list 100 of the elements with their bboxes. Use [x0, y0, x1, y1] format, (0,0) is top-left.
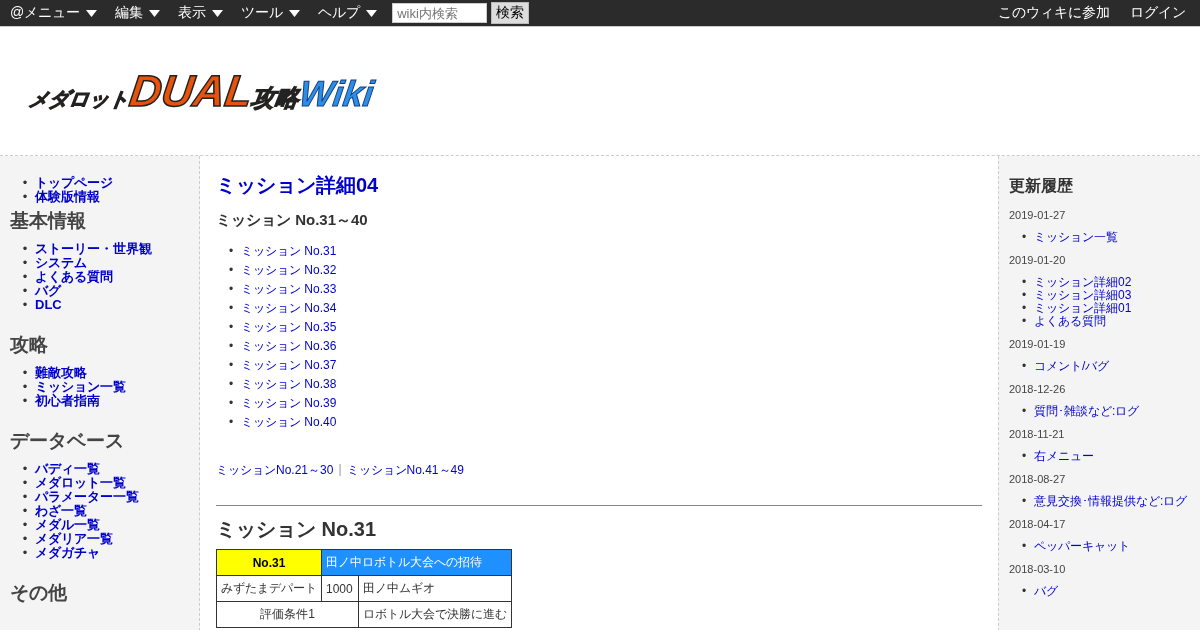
- site-logo[interactable]: メダロットDUAL攻略Wiki: [19, 62, 384, 120]
- bullet: •: [227, 243, 235, 260]
- previous-page-link[interactable]: ミッションNo.21～30: [216, 462, 334, 479]
- menu-heading: その他: [10, 581, 68, 605]
- mission-link[interactable]: ミッション No.37: [241, 358, 337, 372]
- date-label: 2018-11-21: [1009, 428, 1066, 440]
- bullet: •: [227, 300, 235, 317]
- table-cell: みずたまデパート: [217, 576, 322, 602]
- separator: |: [338, 462, 342, 478]
- bullet: •: [21, 504, 29, 518]
- mission-link[interactable]: ミッション No.36: [241, 339, 337, 353]
- updated-page-link[interactable]: ミッション詳細01: [1034, 301, 1132, 315]
- mission-title-cell: 田ノ中ロボトル大会への招待: [322, 550, 512, 576]
- table-cell: 評価条件1: [217, 602, 359, 628]
- page-title[interactable]: ミッション詳細04: [216, 172, 982, 199]
- bullet: •: [1020, 585, 1028, 598]
- bullet: •: [227, 281, 235, 298]
- sidebar-link[interactable]: ストーリー・世界観: [35, 241, 152, 256]
- bullet: •: [227, 414, 235, 431]
- caret-icon: [86, 9, 98, 17]
- mission-link[interactable]: ミッション No.32: [241, 263, 337, 277]
- sidebar-link[interactable]: 体験版情報: [35, 189, 100, 204]
- search-field[interactable]: wiki内検索: [392, 3, 488, 23]
- sidebar-link[interactable]: DLC: [35, 297, 62, 312]
- menu-dropdown[interactable]: ヘルプ: [318, 4, 378, 22]
- bullet: •: [21, 462, 29, 476]
- table-cell: 田ノ中ムギオ: [359, 576, 512, 602]
- bullet: •: [1020, 450, 1028, 463]
- updated-page-link[interactable]: コメント/バグ: [1034, 359, 1110, 373]
- sidebar-link[interactable]: システム: [35, 255, 87, 270]
- mission-link[interactable]: ミッション No.40: [241, 415, 337, 429]
- bullet: •: [1020, 276, 1028, 289]
- section-heading: ミッション No.31: [216, 517, 378, 542]
- bullet: •: [227, 338, 235, 355]
- date-label: 2018-12-26: [1009, 383, 1067, 395]
- bullet: •: [1020, 540, 1028, 553]
- updated-page-link[interactable]: 右メニュー: [1034, 449, 1094, 463]
- menu-dropdown[interactable]: 編集: [115, 4, 161, 22]
- mission-link[interactable]: ミッション No.34: [241, 301, 337, 315]
- bullet: •: [227, 262, 235, 279]
- sidebar-link[interactable]: よくある質問: [35, 269, 113, 284]
- bullet: •: [21, 176, 29, 190]
- sidebar-link[interactable]: トップページ: [35, 175, 113, 190]
- sidebar-link[interactable]: ミッション一覧: [35, 379, 126, 394]
- mission-link[interactable]: ミッション No.35: [241, 320, 337, 334]
- updated-page-link[interactable]: よくある質問: [1034, 314, 1106, 328]
- mission-link[interactable]: ミッション No.38: [241, 377, 337, 391]
- sidebar-link[interactable]: メダル一覧: [35, 517, 100, 532]
- bullet: •: [21, 532, 29, 546]
- caret-icon: [212, 9, 224, 17]
- bullet: •: [21, 298, 29, 312]
- bullet: •: [227, 395, 235, 412]
- sidebar-link[interactable]: メダロット一覧: [35, 475, 126, 490]
- bullet: •: [21, 476, 29, 490]
- header-link[interactable]: このウィキに参加: [998, 4, 1110, 22]
- updated-page-link[interactable]: ミッション詳細02: [1034, 275, 1132, 289]
- mission-number-cell: No.31: [217, 550, 322, 576]
- menu-heading: 基本情報: [10, 209, 87, 233]
- menu-dropdown[interactable]: @メニュー: [10, 4, 98, 22]
- updated-page-link[interactable]: ミッション詳細03: [1034, 288, 1132, 302]
- bullet: •: [227, 319, 235, 336]
- caret-icon: [366, 9, 378, 17]
- bullet: •: [227, 357, 235, 374]
- bullet: •: [21, 190, 29, 204]
- sidebar-link[interactable]: バグ: [35, 283, 61, 298]
- sidebar-link[interactable]: メダリア一覧: [35, 531, 113, 546]
- menu-dropdown[interactable]: 表示: [178, 4, 224, 22]
- sidebar-link[interactable]: 初心者指南: [35, 393, 100, 408]
- bullet: •: [1020, 360, 1028, 373]
- menu-heading: 攻略: [10, 333, 49, 357]
- sidebar-link[interactable]: 難敵攻略: [35, 365, 87, 380]
- bullet: •: [1020, 315, 1028, 328]
- sidebar-link[interactable]: メダガチャ: [35, 545, 100, 560]
- bullet: •: [1020, 231, 1028, 244]
- sidebar-heading: 更新履歴: [1009, 176, 1074, 196]
- caret-icon: [289, 9, 301, 17]
- updated-page-link[interactable]: ペッパーキャット: [1034, 539, 1130, 553]
- search-button[interactable]: 検索: [491, 2, 530, 24]
- mission-link[interactable]: ミッション No.39: [241, 396, 337, 410]
- date-label: 2019-01-27: [1009, 209, 1067, 221]
- caret-icon: [149, 9, 161, 17]
- table-cell: ロボトル大会で決勝に進む: [359, 602, 512, 628]
- sidebar-link[interactable]: バディ一覧: [35, 461, 100, 476]
- updated-page-link[interactable]: ミッション一覧: [1034, 230, 1118, 244]
- next-page-link[interactable]: ミッションNo.41～49: [346, 462, 464, 479]
- sidebar-link[interactable]: わざ一覧: [35, 503, 87, 518]
- menu-dropdown[interactable]: ツール: [241, 4, 301, 22]
- sidebar-link[interactable]: パラメーター一覧: [35, 489, 139, 504]
- date-label: 2018-04-17: [1009, 518, 1067, 530]
- mission-link[interactable]: ミッション No.33: [241, 282, 337, 296]
- updated-page-link[interactable]: バグ: [1034, 584, 1058, 598]
- bullet: •: [1020, 405, 1028, 418]
- mission-link[interactable]: ミッション No.31: [241, 244, 337, 258]
- menu-heading: データベース: [10, 429, 125, 453]
- bullet: •: [21, 284, 29, 298]
- header-link[interactable]: ログイン: [1130, 4, 1186, 22]
- date-label: 2019-01-20: [1009, 254, 1067, 266]
- updated-page-link[interactable]: 意見交換･情報提供など:ログ: [1034, 494, 1188, 508]
- date-label: 2018-03-10: [1009, 563, 1067, 575]
- updated-page-link[interactable]: 質問･雑談など:ログ: [1034, 404, 1140, 418]
